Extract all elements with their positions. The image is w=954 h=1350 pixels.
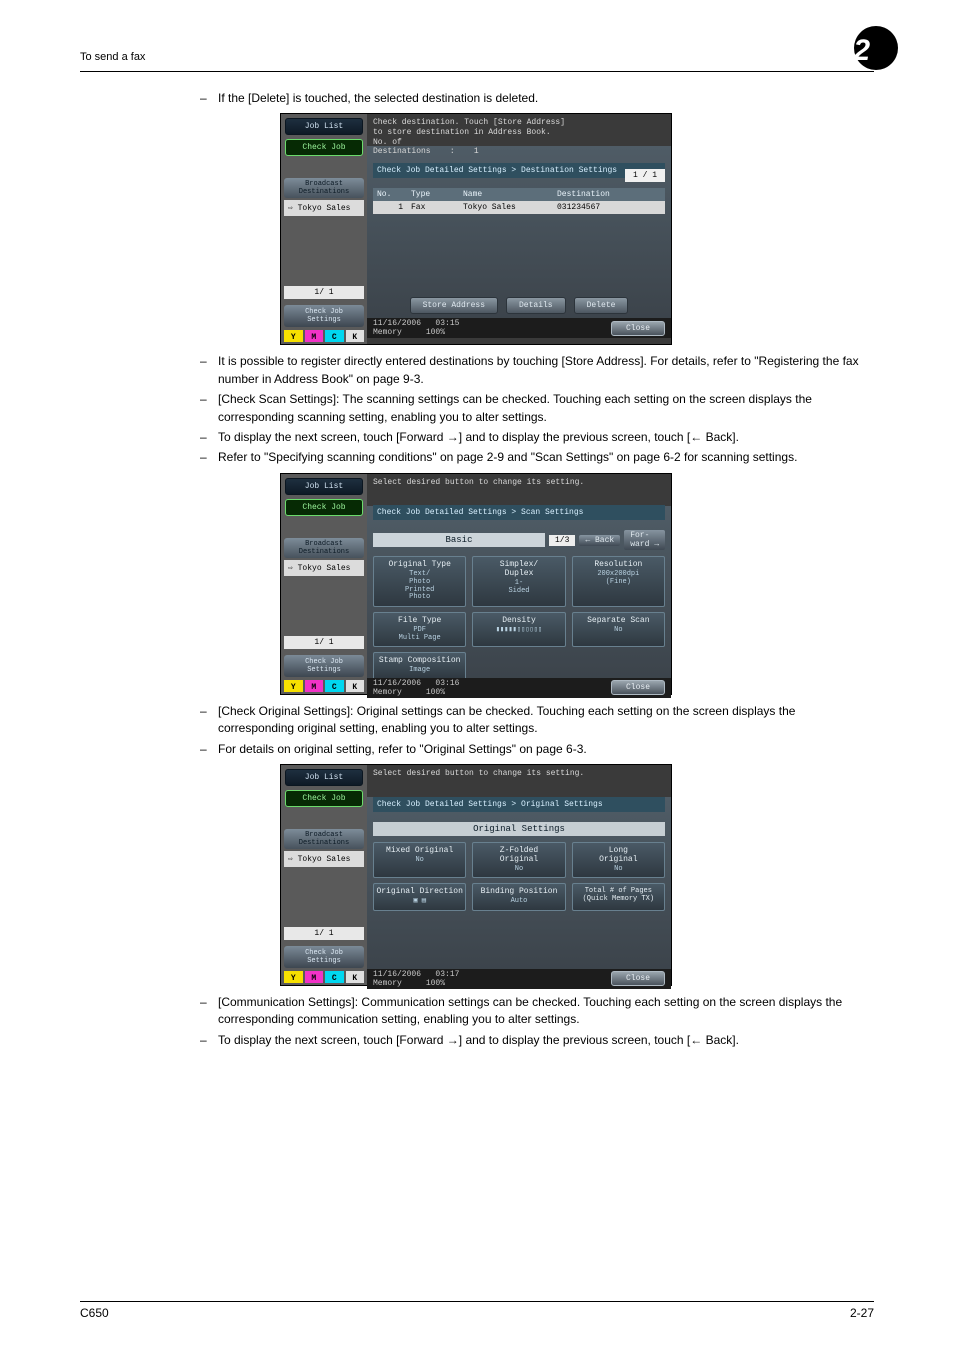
status-memory-label: Memory	[373, 979, 402, 988]
dest-table-header: No. Type Name Destination	[373, 188, 665, 201]
page-count: 1 / 1	[625, 169, 665, 182]
sidebar-pager: 1/ 1	[284, 927, 364, 940]
tile-mixed-original[interactable]: Mixed OriginalNo	[373, 842, 466, 879]
job-list-button[interactable]: Job List	[285, 478, 363, 495]
sidebar-dest-item[interactable]: ⇨ Tokyo Sales	[284, 851, 364, 867]
scan-tiles: Original TypeText/ Photo Printed Photo S…	[373, 556, 665, 680]
check-job-button[interactable]: Check Job	[285, 139, 363, 156]
sidebar-pager: 1/ 1	[284, 286, 364, 299]
status-time: 03:15	[435, 319, 459, 328]
footer-right: 2-27	[850, 1306, 874, 1320]
body-p9: To display the next screen, touch [Forwa…	[218, 1032, 874, 1049]
breadcrumb: Check Job Detailed Settings > Destinatio…	[373, 163, 665, 178]
check-job-button[interactable]: Check Job	[285, 499, 363, 516]
tab-original-settings[interactable]: Original Settings	[373, 822, 665, 836]
check-job-button[interactable]: Check Job	[285, 790, 363, 807]
tile-simplex-duplex[interactable]: Simplex/ Duplex1- Sided	[472, 556, 565, 607]
back-button[interactable]: ← Back	[579, 535, 620, 546]
forward-button[interactable]: For- ward →	[624, 530, 665, 550]
tile-resolution[interactable]: Resolution200x200dpi (Fine)	[572, 556, 665, 607]
tile-binding-position[interactable]: Binding PositionAuto	[472, 883, 565, 911]
tile-file-type[interactable]: File TypePDF Multi Page	[373, 612, 466, 647]
body-p5: Refer to "Specifying scanning conditions…	[218, 449, 874, 466]
screenshot-destination-settings: Job List Check Job Broadcast Destination…	[280, 113, 672, 345]
tile-density[interactable]: Density▮▮▮▮▮▯▯▯▯▯▯	[472, 612, 565, 647]
toner-levels: YMCK	[284, 971, 364, 983]
close-button[interactable]: Close	[611, 971, 665, 986]
body-p4: To display the next screen, touch [Forwa…	[218, 429, 874, 446]
status-memory-label: Memory	[373, 688, 402, 697]
chapter-number: 2	[853, 34, 874, 67]
status-memory: 100%	[426, 688, 445, 697]
body-p2: It is possible to register directly ente…	[218, 353, 874, 388]
sidebar-pager: 1/ 1	[284, 636, 364, 649]
toner-levels: Y M C K	[284, 330, 364, 342]
status-date: 11/16/2006	[373, 679, 421, 688]
status-memory: 100%	[426, 328, 445, 337]
close-button[interactable]: Close	[611, 680, 665, 695]
sidebar-dest-item[interactable]: ⇨ Tokyo Sales	[284, 200, 364, 216]
check-job-settings-button[interactable]: Check Job Settings	[284, 655, 364, 677]
status-time: 03:17	[435, 970, 459, 979]
status-memory-label: Memory	[373, 328, 402, 337]
scan-page-indicator: 1/3	[549, 535, 575, 546]
status-time: 03:16	[435, 679, 459, 688]
tile-original-type[interactable]: Original TypeText/ Photo Printed Photo	[373, 556, 466, 607]
broadcast-destinations-label: Broadcast Destinations	[284, 829, 364, 849]
body-p6: [Check Original Settings]: Original sett…	[218, 703, 874, 738]
status-memory: 100%	[426, 979, 445, 988]
job-list-button[interactable]: Job List	[285, 769, 363, 786]
sidebar-dest-item[interactable]: ⇨ Tokyo Sales	[284, 560, 364, 576]
breadcrumb: Check Job Detailed Settings > Scan Setti…	[373, 505, 665, 520]
panel-msg-2: to store destination in Address Book.	[373, 128, 665, 138]
breadcrumb: Check Job Detailed Settings > Original S…	[373, 797, 665, 812]
broadcast-destinations-label: Broadcast Destinations	[284, 538, 364, 558]
tile-long-original[interactable]: Long OriginalNo	[572, 842, 665, 879]
panel-msg-1: Check destination. Touch [Store Address]	[373, 118, 665, 128]
panel-msg: Select desired button to change its sett…	[373, 478, 665, 488]
store-address-button[interactable]: Store Address	[410, 297, 498, 314]
body-p7: For details on original setting, refer t…	[218, 741, 874, 758]
screenshot-original-settings: Job List Check Job Broadcast Destination…	[280, 764, 672, 986]
tile-stamp-composition[interactable]: Stamp CompositionImage	[373, 652, 466, 680]
tile-zfolded-original[interactable]: Z-Folded OriginalNo	[472, 842, 565, 879]
details-button[interactable]: Details	[506, 297, 566, 314]
job-list-button[interactable]: Job List	[285, 118, 363, 135]
original-tiles: Mixed OriginalNo Z-Folded OriginalNo Lon…	[373, 842, 665, 911]
check-job-settings-button[interactable]: Check Job Settings	[284, 305, 364, 327]
tab-basic[interactable]: Basic	[373, 533, 545, 547]
screenshot-scan-settings: Job List Check Job Broadcast Destination…	[280, 473, 672, 695]
status-date: 11/16/2006	[373, 319, 421, 328]
body-p8: [Communication Settings]: Communication …	[218, 994, 874, 1029]
panel-msg: Select desired button to change its sett…	[373, 769, 665, 779]
broadcast-destinations-label: Broadcast Destinations	[284, 178, 364, 198]
status-date: 11/16/2006	[373, 970, 421, 979]
header-left: To send a fax	[80, 51, 145, 63]
tile-original-direction[interactable]: Original Direction▣ ▤	[373, 883, 466, 911]
close-button[interactable]: Close	[611, 321, 665, 336]
toner-levels: YMCK	[284, 680, 364, 692]
body-p1: If the [Delete] is touched, the selected…	[218, 90, 874, 107]
tile-separate-scan[interactable]: Separate ScanNo	[572, 612, 665, 647]
body-p3: [Check Scan Settings]: The scanning sett…	[218, 391, 874, 426]
dest-table-row[interactable]: 1 Fax Tokyo Sales 031234567	[373, 201, 665, 214]
delete-button[interactable]: Delete	[574, 297, 629, 314]
check-job-settings-button[interactable]: Check Job Settings	[284, 946, 364, 968]
tile-total-pages[interactable]: Total # of Pages (Quick Memory TX)	[572, 883, 665, 911]
footer-left: C650	[80, 1306, 109, 1320]
panel-msg-3: No. of Destinations : 1	[373, 138, 665, 157]
